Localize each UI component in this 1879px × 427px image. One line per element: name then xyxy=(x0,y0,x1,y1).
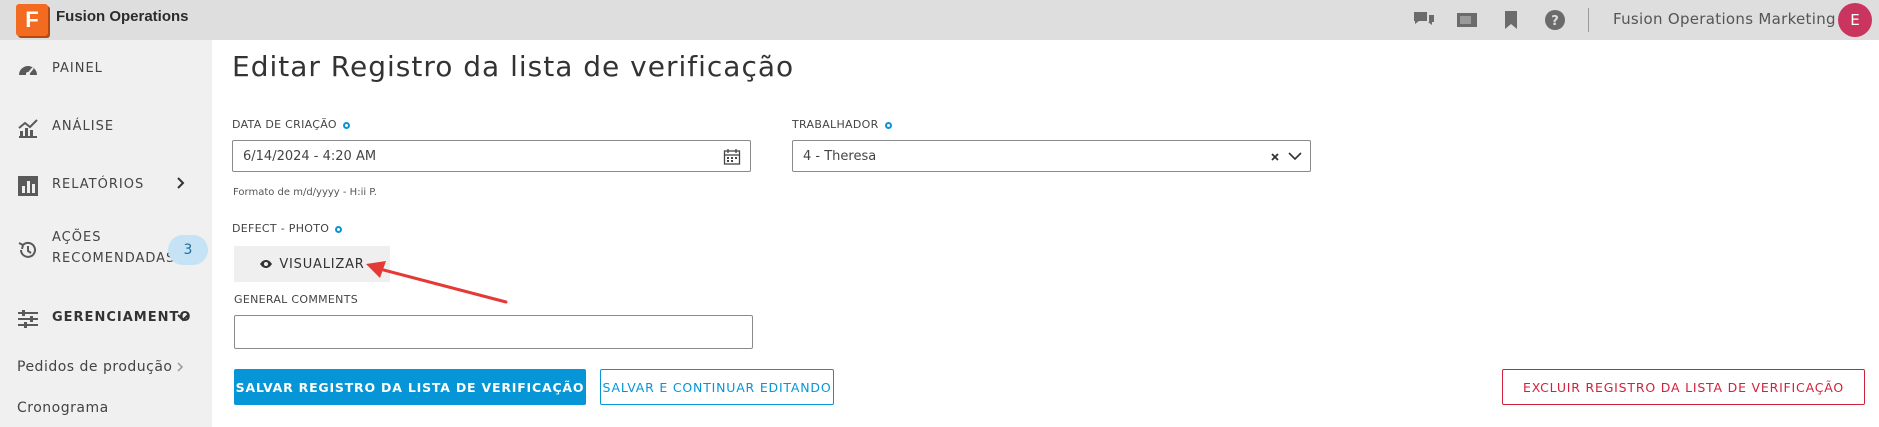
count-badge: 3 xyxy=(168,235,208,265)
sidebar-item-gerenciamento[interactable]: GERENCIAMENTO xyxy=(0,307,212,331)
sidebar-subitem-cronograma[interactable]: Cronograma xyxy=(17,400,109,416)
defect-photo-label: DEFECT - PHOTO xyxy=(232,222,343,235)
screen-icon[interactable] xyxy=(1456,9,1478,31)
app-name[interactable]: Fusion Operations xyxy=(56,8,189,25)
sidebar-item-painel[interactable]: PAINEL xyxy=(0,58,212,82)
topbar-divider xyxy=(1588,8,1589,32)
date-format-helper: Formato de m/d/yyyy - H:ii P. xyxy=(233,187,377,198)
svg-text:?: ? xyxy=(1551,14,1559,29)
bar-chart-icon xyxy=(18,176,38,196)
sidebar-item-label: ANÁLISE xyxy=(52,119,115,134)
sidebar-item-label-line1: AÇÕES xyxy=(52,230,102,245)
chevron-down-icon xyxy=(176,311,190,327)
required-indicator-icon xyxy=(884,121,892,129)
general-comments-input[interactable] xyxy=(234,315,753,349)
worker-value: 4 - Theresa xyxy=(803,149,877,164)
clear-icon[interactable] xyxy=(1270,152,1280,162)
sidebar-subitem-pedidos[interactable]: Pedidos de produção xyxy=(17,359,172,375)
worker-label: TRABALHADOR xyxy=(792,118,892,131)
sidebar-item-analise[interactable]: ANÁLISE xyxy=(0,116,212,140)
chat-icon[interactable] xyxy=(1413,9,1435,31)
sidebar-item-label: GERENCIAMENTO xyxy=(52,310,192,325)
user-avatar[interactable]: E xyxy=(1838,3,1872,37)
annotation-arrow-icon xyxy=(366,261,508,304)
bookmark-icon[interactable] xyxy=(1500,9,1522,31)
line-chart-icon xyxy=(18,119,38,138)
sidebar-item-relatorios[interactable]: RELATÓRIOS xyxy=(0,174,212,198)
created-date-value: 6/14/2024 - 4:20 AM xyxy=(243,149,377,164)
sidebar-item-label: PAINEL xyxy=(52,61,103,76)
page-title: Editar Registro da lista de verificação xyxy=(232,50,795,83)
required-indicator-icon xyxy=(335,225,343,233)
eye-icon xyxy=(260,260,273,268)
sidebar-item-label-line2: RECOMENDADAS xyxy=(52,251,176,266)
general-comments-label: GENERAL COMMENTS xyxy=(234,293,359,306)
sliders-icon xyxy=(18,310,38,328)
worker-select[interactable]: 4 - Theresa xyxy=(792,140,1311,172)
save-record-button[interactable]: SALVAR REGISTRO DA LISTA DE VERIFICAÇÃO xyxy=(234,369,586,405)
sidebar: PAINEL ANÁLISE RELATÓRIOS AÇÕES RECOMEND… xyxy=(0,40,212,427)
chevron-right-icon xyxy=(176,176,186,194)
sidebar-item-acoes-recomendadas[interactable]: AÇÕES RECOMENDADAS 3 xyxy=(0,230,212,270)
save-continue-button[interactable]: SALVAR E CONTINUAR EDITANDO xyxy=(600,369,834,405)
help-icon[interactable]: ? xyxy=(1544,9,1566,31)
app-logo[interactable]: F xyxy=(16,4,48,36)
required-indicator-icon xyxy=(342,121,350,129)
top-bar: F Fusion Operations ? Fusion Operations … xyxy=(0,0,1879,40)
created-date-input[interactable]: 6/14/2024 - 4:20 AM xyxy=(232,140,751,172)
created-date-label: DATA DE CRIAÇÃO xyxy=(232,118,350,131)
history-icon xyxy=(18,241,36,258)
delete-record-button[interactable]: EXCLUIR REGISTRO DA LISTA DE VERIFICAÇÃO xyxy=(1502,369,1865,405)
chevron-right-icon xyxy=(176,361,184,377)
gauge-icon xyxy=(19,66,37,76)
sidebar-item-label: RELATÓRIOS xyxy=(52,177,145,192)
calendar-icon[interactable] xyxy=(723,148,741,166)
company-name[interactable]: Fusion Operations Marketing xyxy=(1613,10,1836,28)
chevron-down-icon[interactable] xyxy=(1288,151,1302,161)
